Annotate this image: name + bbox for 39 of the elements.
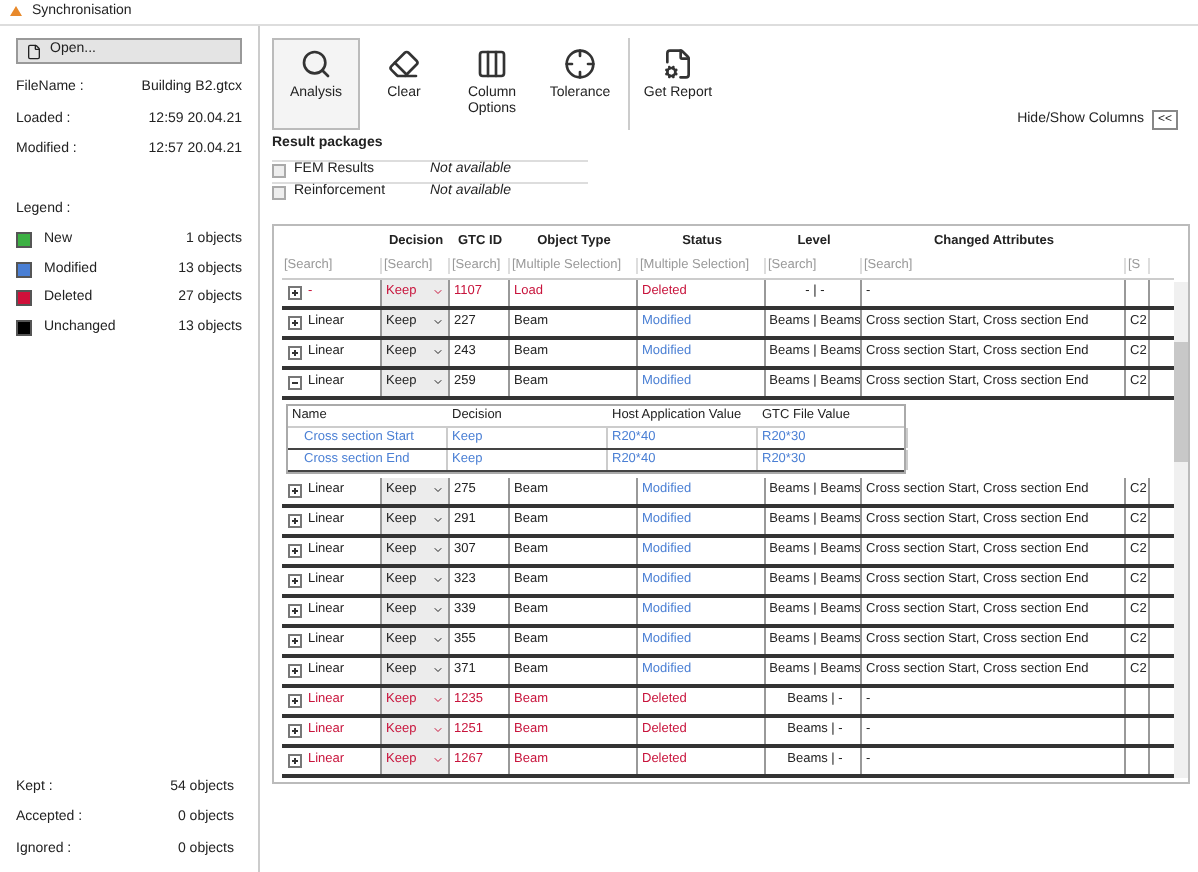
expand-icon[interactable] bbox=[288, 285, 302, 299]
caret-icon bbox=[432, 544, 444, 556]
expand-icon[interactable] bbox=[288, 723, 302, 737]
expand-icon[interactable] bbox=[288, 345, 302, 359]
expand-icon[interactable] bbox=[288, 573, 302, 587]
expand-icon[interactable] bbox=[288, 315, 302, 329]
expand-icon[interactable] bbox=[288, 753, 302, 767]
document-gear-icon bbox=[662, 48, 694, 80]
caret-icon bbox=[432, 376, 444, 388]
caret-icon bbox=[432, 514, 444, 526]
app-icon bbox=[8, 4, 24, 20]
caret-icon bbox=[432, 316, 444, 328]
caret-icon bbox=[432, 634, 444, 646]
expand-icon[interactable] bbox=[288, 483, 302, 497]
caret-icon bbox=[432, 484, 444, 496]
caret-icon bbox=[432, 664, 444, 676]
crosshair-icon bbox=[564, 48, 596, 80]
expand-icon[interactable] bbox=[288, 663, 302, 677]
checkbox[interactable] bbox=[272, 164, 286, 178]
caret-icon bbox=[432, 286, 444, 298]
collapse-icon[interactable] bbox=[288, 375, 302, 389]
expand-icon[interactable] bbox=[288, 513, 302, 527]
caret-icon bbox=[432, 604, 444, 616]
columns-icon bbox=[476, 48, 508, 80]
eraser-icon bbox=[388, 48, 420, 80]
caret-icon bbox=[432, 754, 444, 766]
expand-icon[interactable] bbox=[288, 693, 302, 707]
caret-icon bbox=[432, 724, 444, 736]
caret-icon bbox=[432, 574, 444, 586]
expand-icon[interactable] bbox=[288, 603, 302, 617]
caret-icon bbox=[432, 346, 444, 358]
scrollbar-thumb[interactable] bbox=[1174, 341, 1188, 461]
expand-icon[interactable] bbox=[288, 543, 302, 557]
search-icon bbox=[300, 48, 332, 80]
caret-icon bbox=[432, 694, 444, 706]
file-icon bbox=[26, 43, 42, 59]
checkbox[interactable] bbox=[272, 186, 286, 200]
expand-icon[interactable] bbox=[288, 633, 302, 647]
scrollbar[interactable] bbox=[1174, 281, 1188, 777]
